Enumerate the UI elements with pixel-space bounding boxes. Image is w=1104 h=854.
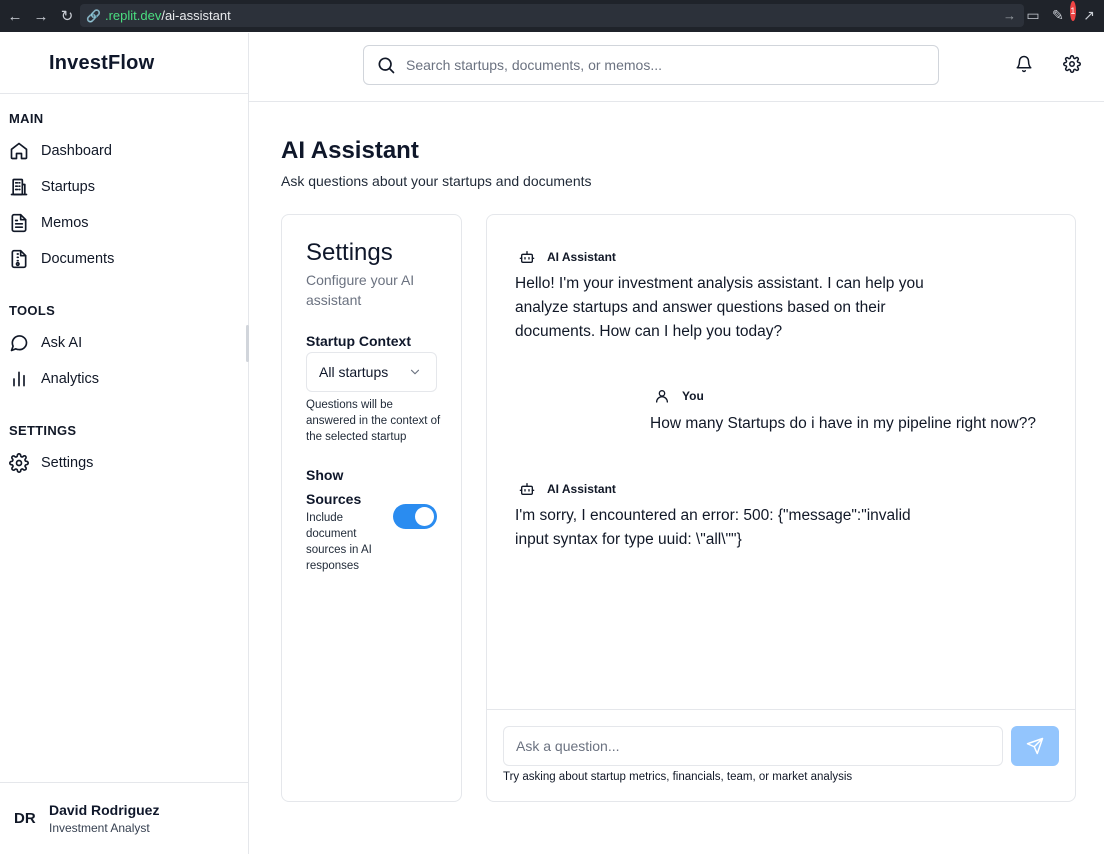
user-message: How many Startups do i have in my pipeli… [650,415,1036,432]
sidebar-item-label: Memos [41,215,89,231]
extension-icon[interactable]: ✎ 1 [1052,1,1076,25]
message-sender: AI Assistant [547,250,616,264]
forward-icon[interactable]: → [30,5,52,27]
sidebar-item-label: Settings [41,455,94,471]
building-icon [10,178,28,196]
startup-context-help: Questions will be answered in the contex… [306,399,441,443]
sidebar-item-settings[interactable]: Settings [0,445,248,481]
show-sources-toggle[interactable] [393,504,437,529]
address-bar[interactable]: 🔗 .replit.dev/ai-assistant → [80,4,1024,27]
send-button[interactable] [1011,726,1059,766]
link-icon: 🔗 [86,8,101,23]
cast-icon[interactable]: ▭ [1024,5,1042,25]
message-sender: You [682,389,704,403]
sidebar-item-label: Analytics [41,371,100,387]
sidebar-item-documents[interactable]: Documents [0,241,248,277]
search-icon [378,57,395,74]
url-path: /ai-assistant [161,8,231,23]
divider [487,709,1075,710]
chat-panel: AI Assistant Hello! I'm your investment … [486,214,1076,802]
toggle-knob [415,507,434,526]
user-icon [656,390,668,403]
sidebar-item-label: Dashboard [41,143,112,159]
show-sources-help: Include document sources in AI responses [306,512,372,572]
message-sender: AI Assistant [547,482,616,496]
page-subtitle: Ask questions about your startups and do… [281,173,592,189]
sidebar-item-dashboard[interactable]: Dashboard [0,133,248,169]
assistant-message: I'm sorry, I encountered an error: 500: … [515,507,911,548]
show-sources-label: Show Sources [306,467,362,507]
input-hint: Try asking about startup metrics, financ… [503,771,853,783]
startup-context-label: Startup Context [306,333,411,349]
top-header [249,33,1104,102]
settings-description: Configure your AI assistant [306,272,415,308]
section-title-tools: TOOLS [9,303,56,318]
page-title: AI Assistant [281,137,419,164]
message-header: You [654,388,704,404]
ask-question-input[interactable] [503,726,1003,766]
bot-icon [519,251,535,263]
startup-context-select[interactable]: All startups [306,352,437,392]
notification-badge: 1 [1069,1,1076,21]
avatar: DR [14,810,36,827]
sidebar-item-analytics[interactable]: Analytics [0,361,248,397]
sidebar-resize-handle[interactable] [246,325,249,362]
sidebar: InvestFlow MAIN Dashboard Startups Memos… [0,33,249,854]
message-circle-icon [10,335,28,352]
bar-chart-icon [13,371,25,387]
file-archive-icon [11,249,27,269]
section-title-settings: SETTINGS [9,423,77,438]
go-arrow-icon[interactable]: → [1003,8,1016,23]
assistant-message: Hello! I'm your investment analysis assi… [515,275,924,340]
sidebar-item-ask-ai[interactable]: Ask AI [0,325,248,361]
user-profile[interactable]: DR David Rodriguez Investment Analyst [0,782,248,854]
gear-icon[interactable] [1063,55,1081,73]
home-icon [10,142,28,160]
file-text-icon [11,213,27,233]
sidebar-item-label: Documents [41,251,115,267]
search-input[interactable] [406,57,906,73]
message-header: AI Assistant [519,481,616,497]
settings-panel: Settings Configure your AI assistant Sta… [281,214,462,802]
sidebar-item-startups[interactable]: Startups [0,169,248,205]
browser-toolbar: ← → ↻ 🔗 .replit.dev/ai-assistant → ▭ ✎ 1 … [0,0,1104,32]
bell-icon[interactable] [1015,55,1033,73]
search-bar[interactable] [363,45,939,85]
user-role: Investment Analyst [49,821,150,835]
back-icon[interactable]: ← [4,5,26,27]
message-header: AI Assistant [519,249,616,265]
section-title-main: MAIN [9,111,44,126]
brand-logo[interactable]: InvestFlow [0,33,248,94]
bot-icon [519,483,535,495]
open-external-icon[interactable]: ↗ [1080,5,1098,25]
chevron-down-icon [410,369,420,375]
gear-icon [9,453,29,473]
reload-icon[interactable]: ↻ [56,5,78,27]
send-icon [1026,737,1044,755]
sidebar-item-label: Ask AI [41,335,83,351]
sidebar-item-label: Startups [41,179,95,195]
settings-title: Settings [306,239,393,266]
url-domain: .replit.dev [104,8,162,23]
user-name: David Rodriguez [49,802,160,818]
startup-context-value: All startups [319,364,389,380]
sidebar-item-memos[interactable]: Memos [0,205,248,241]
